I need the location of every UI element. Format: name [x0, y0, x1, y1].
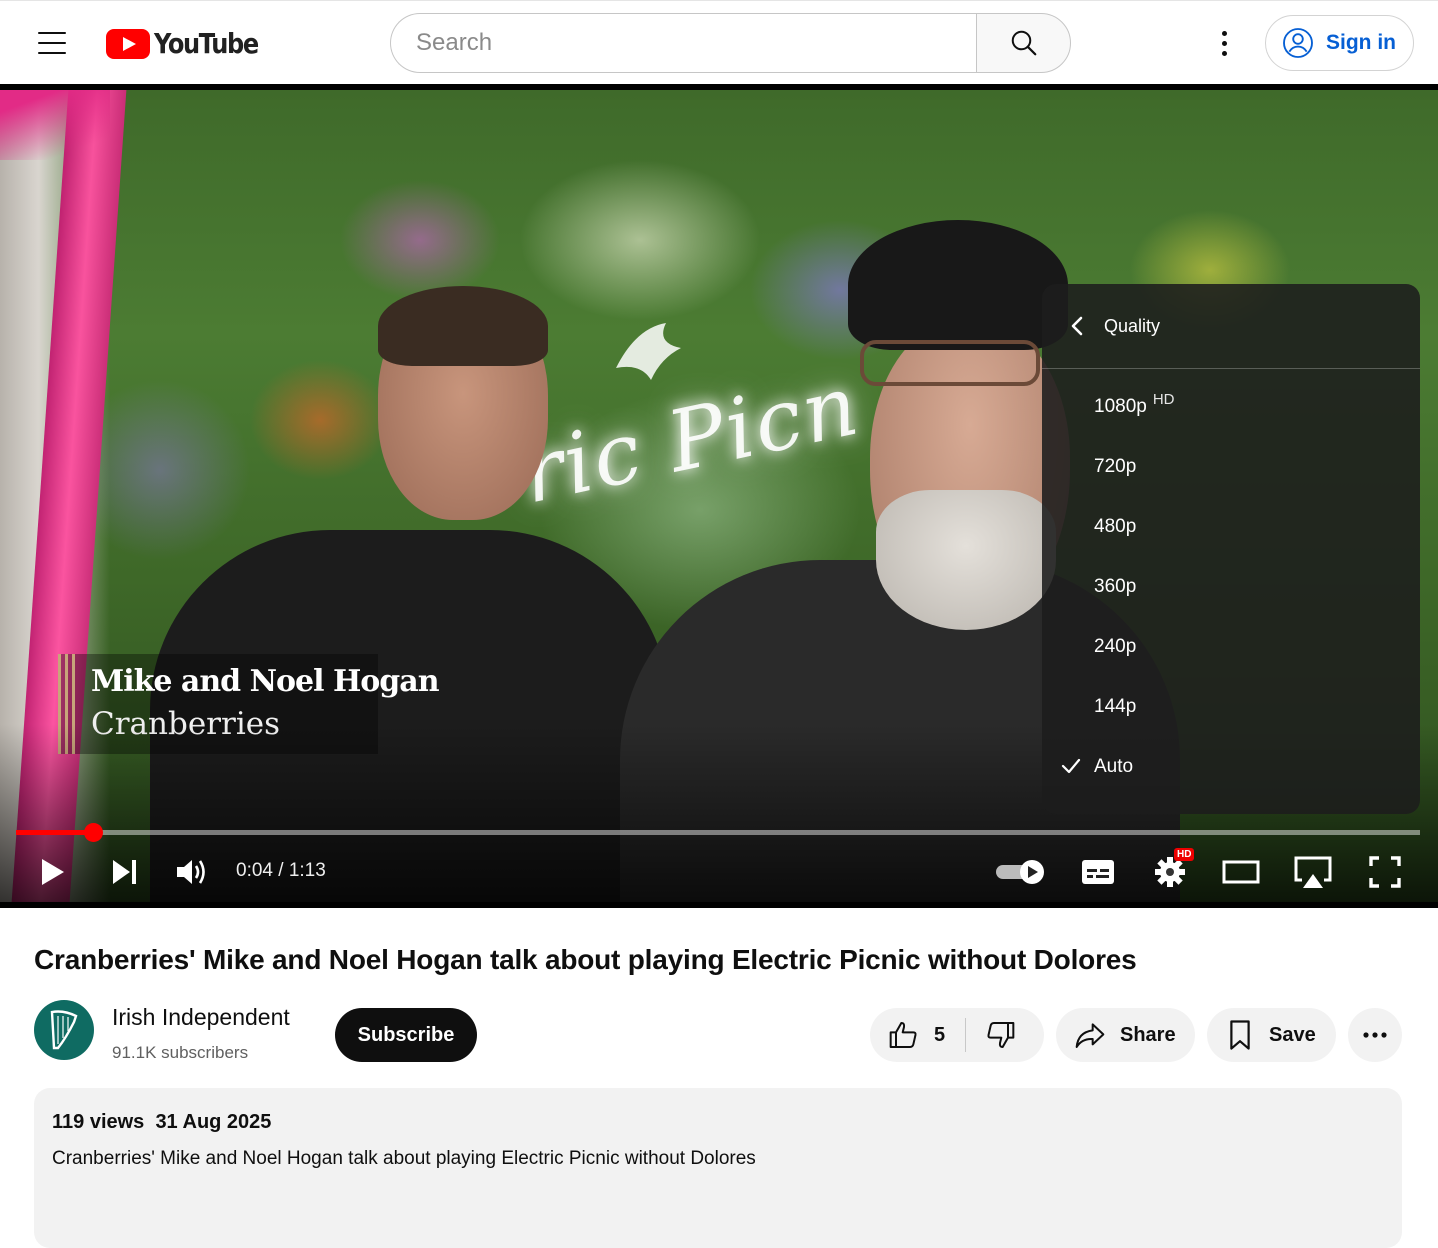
theater-mode-icon	[1222, 860, 1260, 884]
hd-badge: HD	[1174, 848, 1195, 861]
like-count: 5	[934, 1023, 946, 1046]
quality-option-240p[interactable]: 240p	[1042, 617, 1420, 677]
quality-option-auto[interactable]: Auto	[1042, 737, 1420, 797]
harp-logo-icon	[50, 1010, 78, 1050]
settings-kebab-icon[interactable]	[1208, 25, 1240, 61]
quality-option-360p[interactable]: 360p	[1042, 557, 1420, 617]
save-label: Save	[1269, 1023, 1316, 1046]
quality-menu: Quality 1080p HD 720p 480p 360p 240p 144p…	[1042, 284, 1420, 814]
description-text: Cranberries' Mike and Noel Hogan talk ab…	[52, 1148, 756, 1169]
youtube-logo[interactable]: YouTube	[106, 27, 275, 60]
hd-badge: HD	[1152, 390, 1175, 408]
checkmark-icon	[1061, 758, 1081, 774]
upload-date: 31 Aug 2025	[155, 1111, 272, 1133]
quality-option-144p[interactable]: 144p	[1042, 677, 1420, 737]
subscribe-button[interactable]: Subscribe	[335, 1008, 477, 1062]
quality-option-1080p[interactable]: 1080p HD	[1042, 377, 1420, 437]
time-display: 0:04 / 1:13	[236, 860, 326, 881]
quality-option-720p[interactable]: 720p	[1042, 437, 1420, 497]
search-button[interactable]	[976, 13, 1071, 73]
account-icon	[1283, 28, 1313, 58]
search-input[interactable]	[390, 13, 976, 73]
bookmark-icon	[1230, 1020, 1250, 1050]
like-button[interactable]: 5	[870, 1008, 945, 1062]
autoplay-toggle-icon	[996, 860, 1044, 884]
share-icon	[1075, 1023, 1105, 1048]
quality-menu-back[interactable]: Quality	[1042, 284, 1420, 369]
play-button[interactable]	[30, 850, 74, 894]
chevron-left-icon	[1071, 316, 1083, 336]
captions-button[interactable]	[1078, 850, 1118, 894]
video-title: Cranberries' Mike and Noel Hogan talk ab…	[34, 944, 1137, 975]
youtube-play-logo-icon	[106, 28, 150, 59]
channel-avatar[interactable]	[34, 1000, 94, 1060]
autoplay-toggle[interactable]	[994, 850, 1048, 894]
airplay-button[interactable]	[1290, 850, 1336, 894]
more-actions-button[interactable]	[1348, 1008, 1402, 1062]
quality-option-480p[interactable]: 480p	[1042, 497, 1420, 557]
share-button[interactable]: Share	[1056, 1008, 1195, 1062]
next-button[interactable]	[102, 850, 146, 894]
video-player[interactable]: ric Picn Mike and Noel Hogan Cranberries…	[0, 84, 1438, 908]
like-dislike-group: 5	[870, 1008, 1044, 1062]
search-icon	[1011, 30, 1036, 56]
channel-name[interactable]: Irish Independent	[112, 1004, 290, 1031]
progress-played	[16, 830, 94, 835]
mute-button[interactable]	[170, 850, 214, 894]
logo-text: YouTube	[154, 27, 259, 60]
settings-button[interactable]: HD	[1148, 848, 1195, 894]
more-horizontal-icon	[1363, 1032, 1387, 1038]
overlay-name: Mike and Noel Hogan	[91, 664, 440, 699]
fullscreen-icon	[1369, 856, 1401, 888]
dove-neon-icon	[616, 323, 681, 380]
airplay-icon	[1294, 856, 1332, 888]
masthead: YouTube Sign in	[0, 0, 1438, 84]
theater-mode-button[interactable]	[1220, 850, 1262, 894]
view-count: 119 views	[52, 1111, 145, 1133]
sign-in-label: Sign in	[1326, 31, 1396, 54]
description-meta: 119 views 31 Aug 2025	[52, 1111, 271, 1134]
thumbs-down-icon	[987, 1022, 1015, 1048]
description-box[interactable]: 119 views 31 Aug 2025 Cranberries' Mike …	[34, 1088, 1402, 1248]
play-icon	[42, 859, 64, 885]
progress-bar[interactable]	[16, 823, 1420, 842]
share-label: Share	[1120, 1023, 1176, 1046]
search-bar	[390, 13, 1071, 73]
thumbs-up-icon	[889, 1022, 917, 1048]
quality-menu-title: Quality	[1104, 315, 1161, 336]
subscriber-count: 91.1K subscribers	[112, 1043, 249, 1062]
volume-icon	[177, 860, 205, 884]
dislike-button[interactable]	[984, 1008, 1036, 1062]
save-button[interactable]: Save	[1207, 1008, 1336, 1062]
fullscreen-button[interactable]	[1364, 850, 1406, 894]
guide-menu-icon[interactable]	[30, 23, 74, 63]
next-icon	[113, 860, 136, 884]
captions-icon	[1082, 860, 1114, 884]
sign-in-button[interactable]: Sign in	[1265, 15, 1414, 71]
